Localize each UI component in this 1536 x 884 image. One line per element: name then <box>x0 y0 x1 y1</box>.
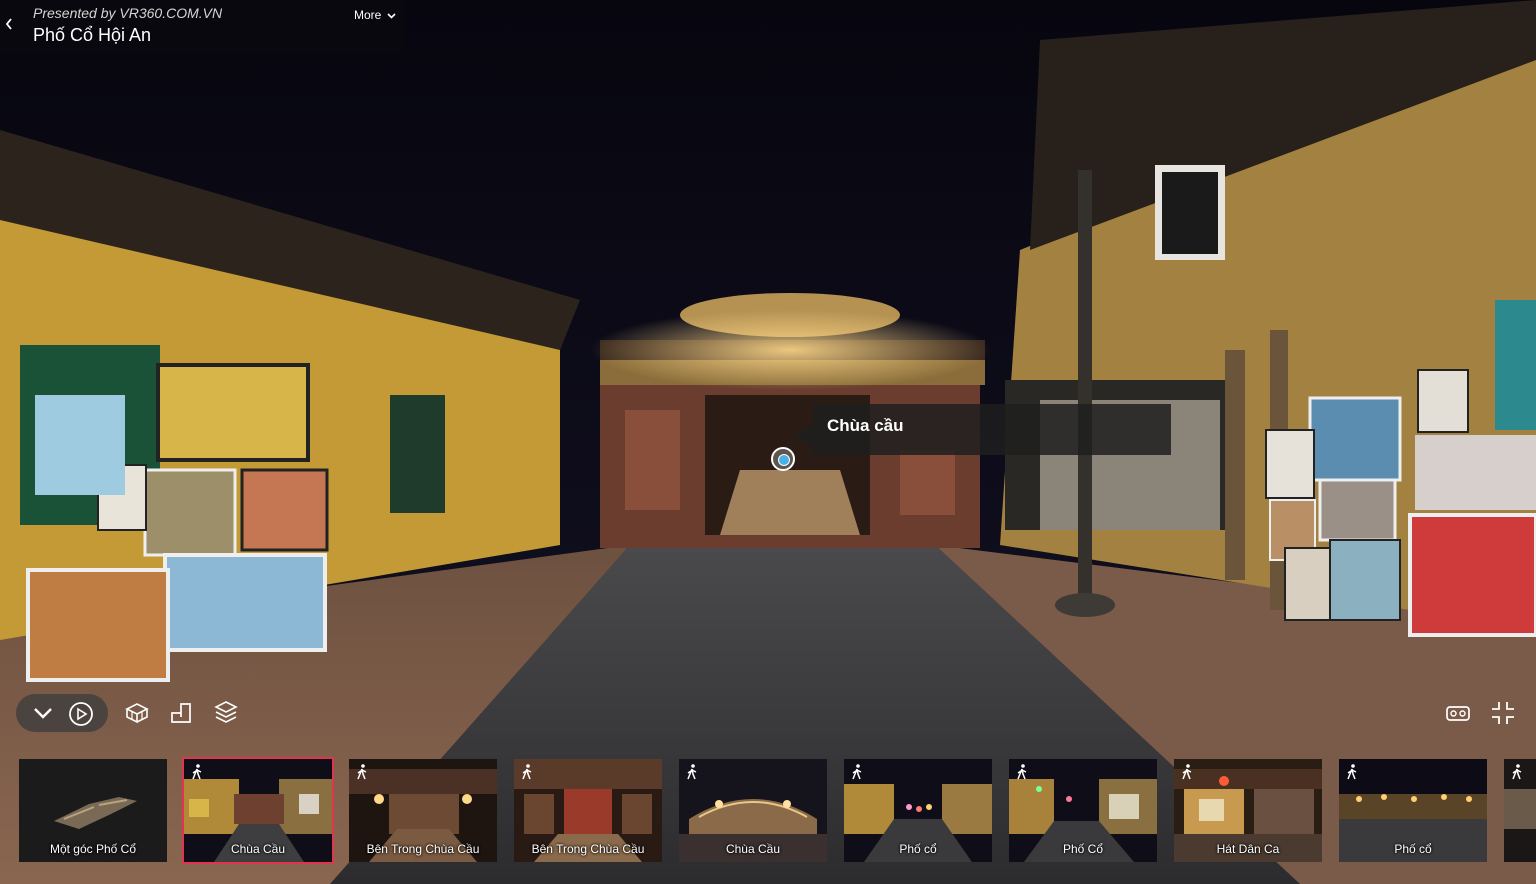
chevron-left-icon <box>5 18 12 30</box>
floorplan-button[interactable] <box>169 701 193 725</box>
thumbnail-label: Phố cổ <box>899 842 937 856</box>
walk-icon <box>852 764 862 780</box>
thumbnail-label: Chùa Cầu <box>725 842 781 856</box>
scene-thumbnail-active[interactable]: Chùa Cầu <box>182 757 334 864</box>
walk-icon <box>1182 764 1192 780</box>
more-label: More <box>354 8 382 22</box>
collapse-thumbnails-button[interactable] <box>32 703 54 723</box>
floorplan-icon <box>171 703 191 723</box>
tour-header: Presented by VR360.COM.VN Phố Cổ Hội An … <box>0 0 404 53</box>
scene-thumbnail[interactable]: Chùa Cầu <box>679 759 827 862</box>
thumbnail-label: Phố cổ <box>1394 842 1432 856</box>
tour-title: Phố Cổ Hội An <box>33 25 152 45</box>
walk-icon <box>1347 764 1357 780</box>
thumbnail-label: Phố Cổ <box>1062 842 1104 856</box>
walk-icon <box>357 764 367 780</box>
hotspot-marker-icon[interactable] <box>771 447 795 471</box>
scene-thumbnail[interactable]: Phố Cổ <box>1009 759 1157 862</box>
walk-icon <box>522 764 532 780</box>
scene-thumbnail[interactable]: Phố cổ <box>1339 759 1487 862</box>
walk-icon <box>1512 764 1522 780</box>
walk-icon <box>1017 764 1027 780</box>
scene-thumbnail-strip: Một góc Phố Cổ Chùa Cầu Bên Trong Chùa C… <box>0 748 1536 884</box>
chevron-down-icon <box>387 13 396 19</box>
hotspot-label-pointer <box>794 424 814 448</box>
vr-headset-icon <box>1446 706 1470 721</box>
presented-by-text: Presented by VR360.COM.VN <box>33 5 223 21</box>
scene-thumbnail[interactable] <box>1504 759 1536 862</box>
scene-thumbnail[interactable]: Phố cổ <box>844 759 992 862</box>
floor-levels-button[interactable] <box>213 699 239 727</box>
walk-icon <box>192 764 202 780</box>
thumbnail-label: Bên Trong Chùa Cầu <box>366 842 480 856</box>
scene-thumbnail[interactable]: Hát Dân Ca <box>1174 759 1322 862</box>
layers-icon <box>214 701 238 723</box>
hotspot-label[interactable]: Chùa cầu <box>813 404 1171 455</box>
thumbnail-label: Một góc Phố Cổ <box>49 842 137 856</box>
exit-fullscreen-button[interactable] <box>1490 700 1516 726</box>
scene-thumbnail[interactable]: Bên Trong Chùa Cầu <box>514 759 662 862</box>
exit-fullscreen-icon <box>1492 702 1514 724</box>
more-menu-button[interactable]: More <box>354 8 396 22</box>
thumbnail-label: Chùa Cầu <box>230 842 286 856</box>
3d-model-icon <box>125 703 149 724</box>
scene-thumbnail[interactable]: Bên Trong Chùa Cầu <box>349 759 497 862</box>
walk-icon <box>687 764 697 780</box>
autoplay-button[interactable] <box>68 701 94 727</box>
thumbnail-label: Bên Trong Chùa Cầu <box>531 842 645 856</box>
dollhouse-view-button[interactable] <box>124 701 150 725</box>
control-pill <box>16 694 108 732</box>
chevron-down-icon <box>34 708 52 719</box>
scene-thumbnail[interactable]: Một góc Phố Cổ <box>19 759 167 862</box>
vr-mode-button[interactable] <box>1444 701 1472 725</box>
back-button[interactable] <box>4 12 18 36</box>
play-icon <box>69 702 93 726</box>
thumbnail-label: Hát Dân Ca <box>1216 842 1280 856</box>
